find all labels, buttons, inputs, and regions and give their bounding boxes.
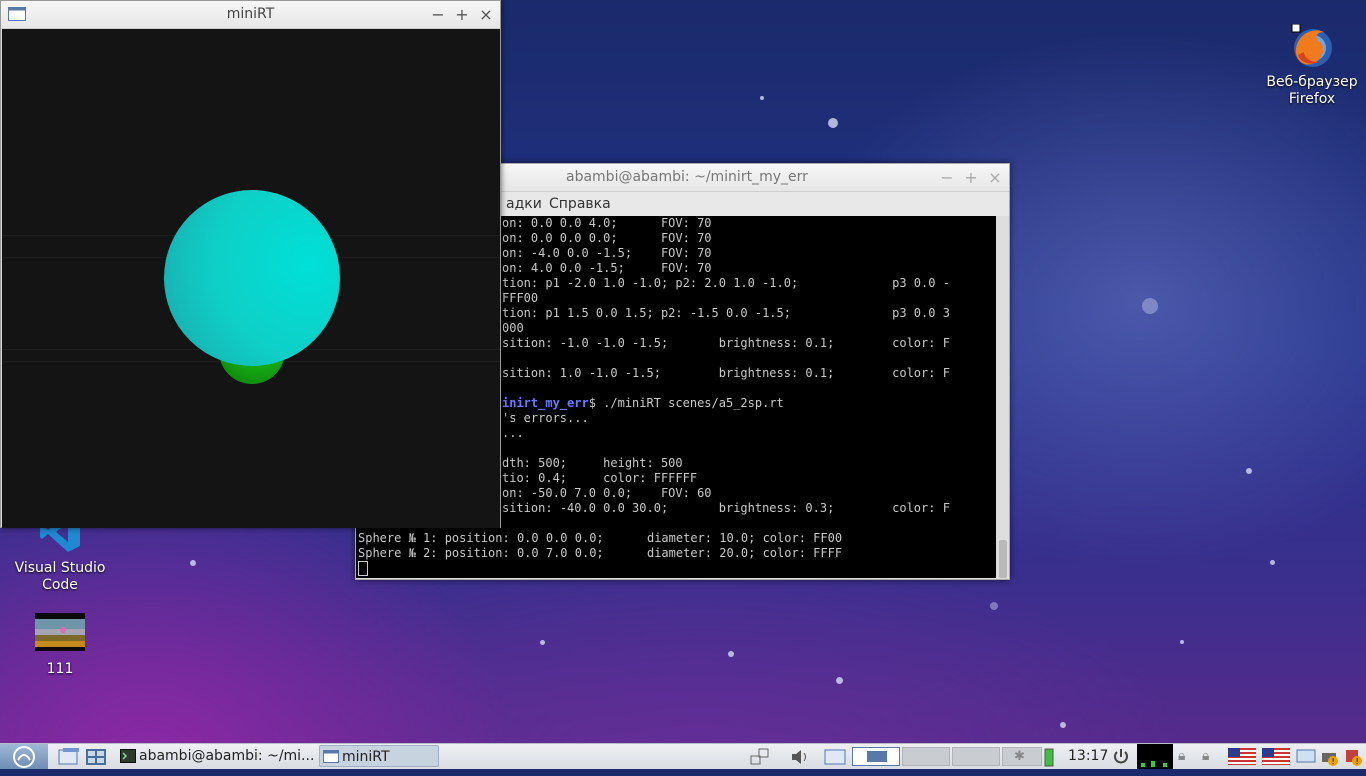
terminal-line: tion: p1 -2.0 1.0 -1.0; p2: 2.0 1.0 -1.0… (502, 276, 950, 290)
svg-text:!: ! (1356, 757, 1359, 766)
us-flag-icon[interactable] (1228, 748, 1256, 765)
menu-item-help[interactable]: Справка (549, 192, 611, 216)
close-button[interactable]: × (475, 1, 497, 28)
menu-item-tabs[interactable]: адки (506, 192, 542, 216)
terminal-line: Sphere № 2: position: 0.0 7.0 0.0; diame… (358, 546, 843, 560)
terminal-prompt-line: inirt_my_err$ ./miniRT scenes/a5_2sp.rt (502, 396, 784, 411)
terminal-line: dth: 500; height: 500 (502, 456, 683, 470)
minirt-window[interactable]: miniRT − + × (0, 0, 501, 528)
close-button[interactable]: × (984, 164, 1006, 191)
terminal-line: ... (502, 426, 524, 440)
large-sphere (164, 190, 340, 366)
task-label: abambi@abambi: ~/mi... (139, 748, 313, 764)
maximize-button[interactable]: + (451, 1, 473, 28)
battery-icon[interactable] (1044, 744, 1056, 769)
terminal-line: 000 (502, 321, 524, 335)
terminal-line: on: 0.0 0.0 0.0; FOV: 70 (502, 231, 712, 245)
desktop-icon-firefox[interactable]: Веб-браузер Firefox (1257, 24, 1366, 108)
keyboard-layout-icon[interactable] (824, 744, 848, 769)
terminal-line: 's errors... (502, 411, 589, 425)
terminal-scrollbar[interactable] (996, 216, 1009, 578)
terminal-line: sition: -40.0 0.0 30.0; brightness: 0.3;… (502, 501, 950, 515)
us-flag-icon[interactable] (1262, 748, 1290, 765)
desktop-icon (58, 748, 79, 765)
network-icon[interactable] (750, 744, 772, 769)
workspace-1[interactable] (852, 747, 900, 766)
terminal-cursor-line (358, 561, 368, 576)
window-icon (8, 7, 26, 21)
text-cursor (358, 561, 368, 576)
maximize-button[interactable]: + (960, 164, 982, 191)
terminal-line: on: -4.0 0.0 -1.5; FOV: 70 (502, 246, 712, 260)
terminal-line: sition: 1.0 -1.0 -1.5; brightness: 0.1; … (502, 366, 950, 380)
minimize-button[interactable]: − (427, 1, 449, 28)
workspace-switcher-button[interactable] (85, 744, 109, 769)
render-canvas (2, 29, 500, 528)
desktop-icon-111[interactable]: 111 (5, 613, 115, 678)
bluetooth-icon[interactable]: ✱ (1014, 744, 1028, 769)
task-minirt[interactable]: miniRT (319, 745, 439, 767)
terminal-title: abambi@abambi: ~/minirt_my_err (566, 169, 808, 185)
volume-icon[interactable] (790, 744, 812, 769)
desktop-icon-label: 111 (46, 661, 74, 677)
svg-text:!: ! (1332, 757, 1335, 766)
desktop-icon-label: Веб-браузер (1266, 74, 1358, 90)
workspace-3[interactable] (952, 747, 1000, 766)
printer-warning-icon[interactable]: ! (1320, 744, 1342, 769)
update-warning-icon[interactable]: ! (1344, 744, 1366, 769)
scrollbar-thumb[interactable] (999, 540, 1007, 578)
window-icon (323, 750, 339, 763)
task-label: miniRT (342, 749, 390, 765)
desktop-icon-label: Firefox (1288, 91, 1336, 107)
cpu-monitor-icon (1137, 744, 1173, 769)
terminal-line: on: 4.0 0.0 -1.5; FOV: 70 (502, 261, 712, 275)
firefox-icon (1291, 24, 1332, 67)
clock[interactable]: 13:17 (1068, 744, 1108, 769)
minimize-button[interactable]: − (936, 164, 958, 191)
screen-icon[interactable] (1296, 744, 1318, 769)
terminal-prompt-dir: inirt_my_err (502, 396, 589, 410)
start-menu-button[interactable] (0, 744, 48, 769)
lock-icon[interactable]: 🔒︎ (1178, 744, 1196, 769)
workspace-icon (86, 749, 106, 765)
lock-icon[interactable]: 🔒︎ (1202, 744, 1220, 769)
lubuntu-logo-icon (13, 746, 35, 768)
terminal-command: $ ./miniRT scenes/a5_2sp.rt (588, 396, 784, 410)
power-icon[interactable] (1112, 744, 1132, 769)
terminal-icon (120, 749, 136, 763)
desktop-icon-label: Visual Studio (14, 560, 106, 576)
terminal-line: FFF00 (502, 291, 539, 305)
terminal-line: Sphere № 1: position: 0.0 0.0 0.0; diame… (358, 531, 843, 545)
terminal-line: on: -50.0 7.0 0.0; FOV: 60 (502, 486, 712, 500)
terminal-line: tion: p1 1.5 0.0 1.5; p2: -1.5 0.0 -1.5;… (502, 306, 950, 320)
terminal-line: tio: 0.4; color: FFFFFF (502, 471, 698, 485)
minirt-title: miniRT (226, 6, 275, 22)
task-terminal[interactable]: abambi@abambi: ~/mi... (117, 745, 313, 767)
show-desktop-button[interactable] (58, 744, 82, 769)
workspace-2[interactable] (902, 747, 950, 766)
minirt-titlebar[interactable]: miniRT − + × (1, 1, 500, 29)
taskbar: abambi@abambi: ~/mi... miniRT ✱ 13:17 🔒︎… (0, 743, 1366, 769)
terminal-line: on: 0.0 0.0 4.0; FOV: 70 (502, 216, 712, 230)
image-file-icon (35, 613, 85, 651)
terminal-line: sition: -1.0 -1.0 -1.5; brightness: 0.1;… (502, 336, 950, 350)
desktop-icon-label: Code (42, 577, 78, 593)
